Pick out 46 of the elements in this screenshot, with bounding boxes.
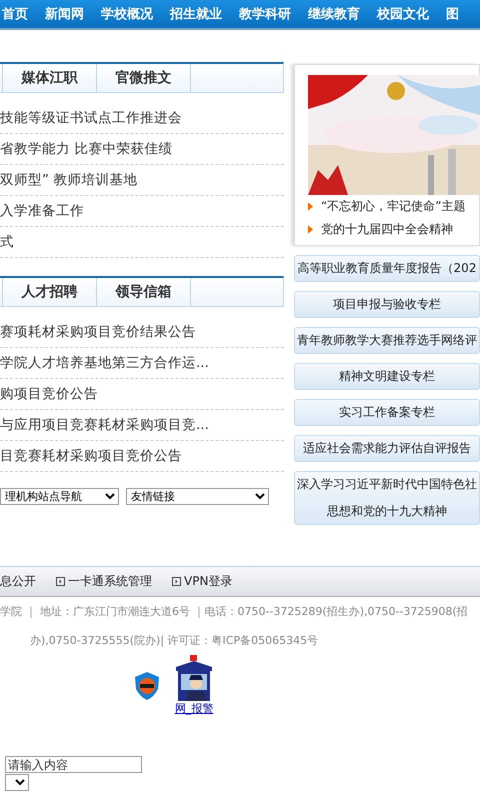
nav-link[interactable]: 校园文化: [377, 5, 429, 23]
notice-link[interactable]: 购项目竞价公告: [0, 385, 98, 403]
footer-link[interactable]: 一卡通系统管理: [56, 573, 152, 590]
notice-link[interactable]: 与应用项目竞赛耗材采购项目竞...: [0, 416, 209, 434]
footer-link[interactable]: VPN登录: [172, 573, 232, 590]
column-button[interactable]: 精神文明建设专栏: [294, 363, 480, 390]
column-button[interactable]: 高等职业教育质量年度报告（202: [294, 255, 480, 282]
nav-link[interactable]: 首页: [2, 5, 28, 23]
feature-link[interactable]: 党的十九届四中全会精神: [308, 218, 479, 241]
square-icon: [172, 577, 181, 586]
report-link[interactable]: 网_报警: [172, 655, 216, 716]
footer-link[interactable]: 息公开: [0, 573, 36, 590]
column-button[interactable]: 适应社会需求能力评估自评报告: [294, 435, 480, 462]
notice-link[interactable]: 学院人才培养基地第三方合作运...: [0, 354, 209, 372]
arrow-icon: [308, 202, 313, 211]
feature-link[interactable]: “不忘初心，牢记使命”主题: [308, 195, 479, 218]
nav-link[interactable]: 继续教育: [308, 5, 360, 23]
tab[interactable]: 媒体江职: [3, 64, 97, 92]
news-link[interactable]: 入学准备工作: [0, 202, 84, 220]
nav-link[interactable]: 图: [446, 5, 459, 23]
search-field[interactable]: 请输入内容: [5, 756, 142, 773]
tab[interactable]: 官微推文: [97, 64, 191, 92]
address-text: 学院 ｜ 地址：广东江门市潮连大道6号 ｜电话：0750--3725289(招生办),0750--3725908(招: [0, 604, 468, 619]
notice-link[interactable]: 目竞赛耗材采购项目竞价公告: [0, 447, 182, 465]
shield-icon: [134, 671, 160, 701]
column-button[interactable]: 实习工作备案专栏: [294, 399, 480, 426]
nav-link[interactable]: 新闻网: [45, 5, 84, 23]
tab[interactable]: 人才招聘: [3, 278, 97, 306]
news-link[interactable]: 式: [0, 233, 14, 251]
nav-link[interactable]: 教学科研: [239, 5, 291, 23]
dropdown-field[interactable]: 友情链接: [126, 488, 269, 505]
address-text: 办),0750-3725555(院办)| 许可证：粤ICP备05065345号: [30, 633, 318, 648]
square-icon: [56, 577, 65, 586]
column-button[interactable]: 项目申报与验收专栏: [294, 291, 480, 318]
column-button[interactable]: 深入学习习近平新时代中国特色社 思想和党的十九大精神: [294, 471, 480, 525]
nav-link[interactable]: 学校概况: [101, 5, 153, 23]
column-button[interactable]: 青年教师教学大赛推荐选手网络评: [294, 327, 480, 354]
dropdown-field[interactable]: [5, 774, 29, 791]
news-link[interactable]: 省教学能力 比赛中荣获佳绩: [0, 140, 172, 158]
arrow-icon: [308, 225, 313, 234]
nav-link[interactable]: 招生就业: [170, 5, 222, 23]
news-link[interactable]: 技能等级证书试点工作推进会: [0, 109, 182, 127]
news-link[interactable]: 双师型” 教师培训基地: [0, 171, 138, 189]
notice-link[interactable]: 赛项耗材采购项目竞价结果公告: [0, 323, 196, 341]
dropdown-field[interactable]: 理机构站点导航: [0, 488, 119, 505]
tab[interactable]: 领导信箱: [97, 278, 191, 306]
